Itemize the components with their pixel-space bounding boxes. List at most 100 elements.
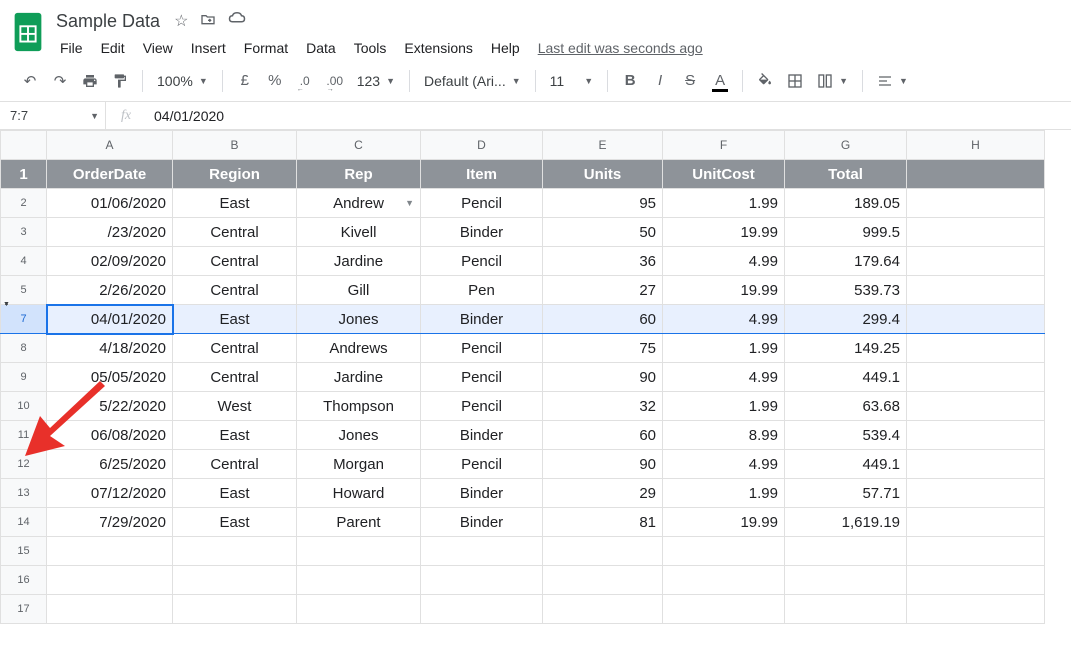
menu-insert[interactable]: Insert [183, 36, 234, 60]
cell[interactable] [421, 537, 543, 566]
cell[interactable] [907, 276, 1045, 305]
cell[interactable]: 179.64 [785, 247, 907, 276]
cell[interactable]: Howard [297, 479, 421, 508]
cell[interactable]: Binder [421, 421, 543, 450]
column-header-H[interactable]: H [907, 131, 1045, 160]
cell[interactable] [785, 595, 907, 624]
zoom-combo[interactable]: 100%▼ [151, 68, 214, 94]
fill-color-button[interactable] [751, 67, 779, 95]
row-header-7[interactable]: 7▼ [1, 305, 47, 334]
row-header-15[interactable]: 15 [1, 537, 47, 566]
cell[interactable]: Pen [421, 276, 543, 305]
cell[interactable]: Jones [297, 421, 421, 450]
menu-data[interactable]: Data [298, 36, 344, 60]
decrease-decimal-button[interactable]: .0← [291, 67, 319, 95]
cell[interactable]: 90 [543, 363, 663, 392]
cell[interactable]: East [173, 305, 297, 334]
cell[interactable]: 539.73 [785, 276, 907, 305]
cell[interactable] [785, 537, 907, 566]
cell[interactable]: 19.99 [663, 276, 785, 305]
cell[interactable] [907, 595, 1045, 624]
cell[interactable]: 02/09/2020 [47, 247, 173, 276]
row-header-17[interactable]: 17 [1, 595, 47, 624]
cell[interactable] [907, 363, 1045, 392]
cell[interactable]: Jardine [297, 363, 421, 392]
cell[interactable]: 1.99 [663, 479, 785, 508]
cell[interactable]: 4.99 [663, 247, 785, 276]
column-header-D[interactable]: D [421, 131, 543, 160]
cell[interactable]: /23/2020 [47, 218, 173, 247]
header-cell[interactable]: UnitCost [663, 160, 785, 189]
header-cell[interactable]: Rep [297, 160, 421, 189]
italic-button[interactable]: I [646, 67, 674, 95]
cell[interactable]: 19.99 [663, 508, 785, 537]
row-header-2[interactable]: 2 [1, 189, 47, 218]
column-header-A[interactable]: A [47, 131, 173, 160]
cell[interactable]: 07/12/2020 [47, 479, 173, 508]
cell[interactable]: 57.71 [785, 479, 907, 508]
cell[interactable]: Kivell [297, 218, 421, 247]
cell[interactable]: 4/18/2020 [47, 334, 173, 363]
cell[interactable] [907, 479, 1045, 508]
row-header-11[interactable]: 11 [1, 421, 47, 450]
paint-format-button[interactable] [106, 67, 134, 95]
cell[interactable]: 90 [543, 450, 663, 479]
chevron-down-icon[interactable]: ▼ [405, 198, 414, 208]
cell[interactable]: Andrews [297, 334, 421, 363]
cell[interactable] [907, 218, 1045, 247]
cell[interactable] [907, 566, 1045, 595]
cell[interactable]: 4.99 [663, 450, 785, 479]
menu-format[interactable]: Format [236, 36, 296, 60]
cell[interactable]: 06/08/2020 [47, 421, 173, 450]
horizontal-align-combo[interactable]: ▼ [871, 68, 914, 94]
column-header-G[interactable]: G [785, 131, 907, 160]
cell[interactable]: 539.4 [785, 421, 907, 450]
row-header-12[interactable]: 12 [1, 450, 47, 479]
cell[interactable]: 32 [543, 392, 663, 421]
cell[interactable]: Binder [421, 508, 543, 537]
row-header-9[interactable]: 9 [1, 363, 47, 392]
menu-file[interactable]: File [52, 36, 91, 60]
name-box[interactable]: 7:7▼ [0, 102, 106, 129]
cell[interactable] [173, 566, 297, 595]
cell[interactable]: 1,619.19 [785, 508, 907, 537]
header-cell[interactable]: Units [543, 160, 663, 189]
cell[interactable]: 4.99 [663, 305, 785, 334]
cell[interactable]: 1.99 [663, 189, 785, 218]
strikethrough-button[interactable]: S [676, 67, 704, 95]
cell[interactable] [47, 566, 173, 595]
cell[interactable]: Binder [421, 479, 543, 508]
last-edit-link[interactable]: Last edit was seconds ago [538, 36, 703, 60]
cell[interactable]: 36 [543, 247, 663, 276]
merge-cells-combo[interactable]: ▼ [811, 68, 854, 94]
cell[interactable] [907, 392, 1045, 421]
row-header-16[interactable]: 16 [1, 566, 47, 595]
cell[interactable]: Pencil [421, 363, 543, 392]
cell[interactable]: 1.99 [663, 334, 785, 363]
cell[interactable]: 60 [543, 305, 663, 334]
column-header-E[interactable]: E [543, 131, 663, 160]
cell[interactable]: Thompson [297, 392, 421, 421]
cell[interactable] [297, 537, 421, 566]
cell[interactable]: 1.99 [663, 392, 785, 421]
percent-button[interactable]: % [261, 67, 289, 95]
cell[interactable] [663, 595, 785, 624]
cell[interactable]: East [173, 479, 297, 508]
cell[interactable] [907, 189, 1045, 218]
cell[interactable]: Central [173, 450, 297, 479]
header-cell[interactable]: Region [173, 160, 297, 189]
formula-bar[interactable] [146, 108, 1071, 124]
cell[interactable] [543, 595, 663, 624]
cell[interactable] [907, 508, 1045, 537]
font-combo[interactable]: Default (Ari...▼ [418, 68, 527, 94]
document-title[interactable]: Sample Data [52, 9, 164, 34]
cell[interactable]: Pencil [421, 247, 543, 276]
cell[interactable]: Andrew▼ [297, 189, 421, 218]
cell[interactable]: 27 [543, 276, 663, 305]
borders-button[interactable] [781, 67, 809, 95]
row-header-8[interactable]: 8 [1, 334, 47, 363]
cell[interactable]: 50 [543, 218, 663, 247]
cell[interactable]: 95 [543, 189, 663, 218]
column-header-F[interactable]: F [663, 131, 785, 160]
cell[interactable]: Pencil [421, 334, 543, 363]
